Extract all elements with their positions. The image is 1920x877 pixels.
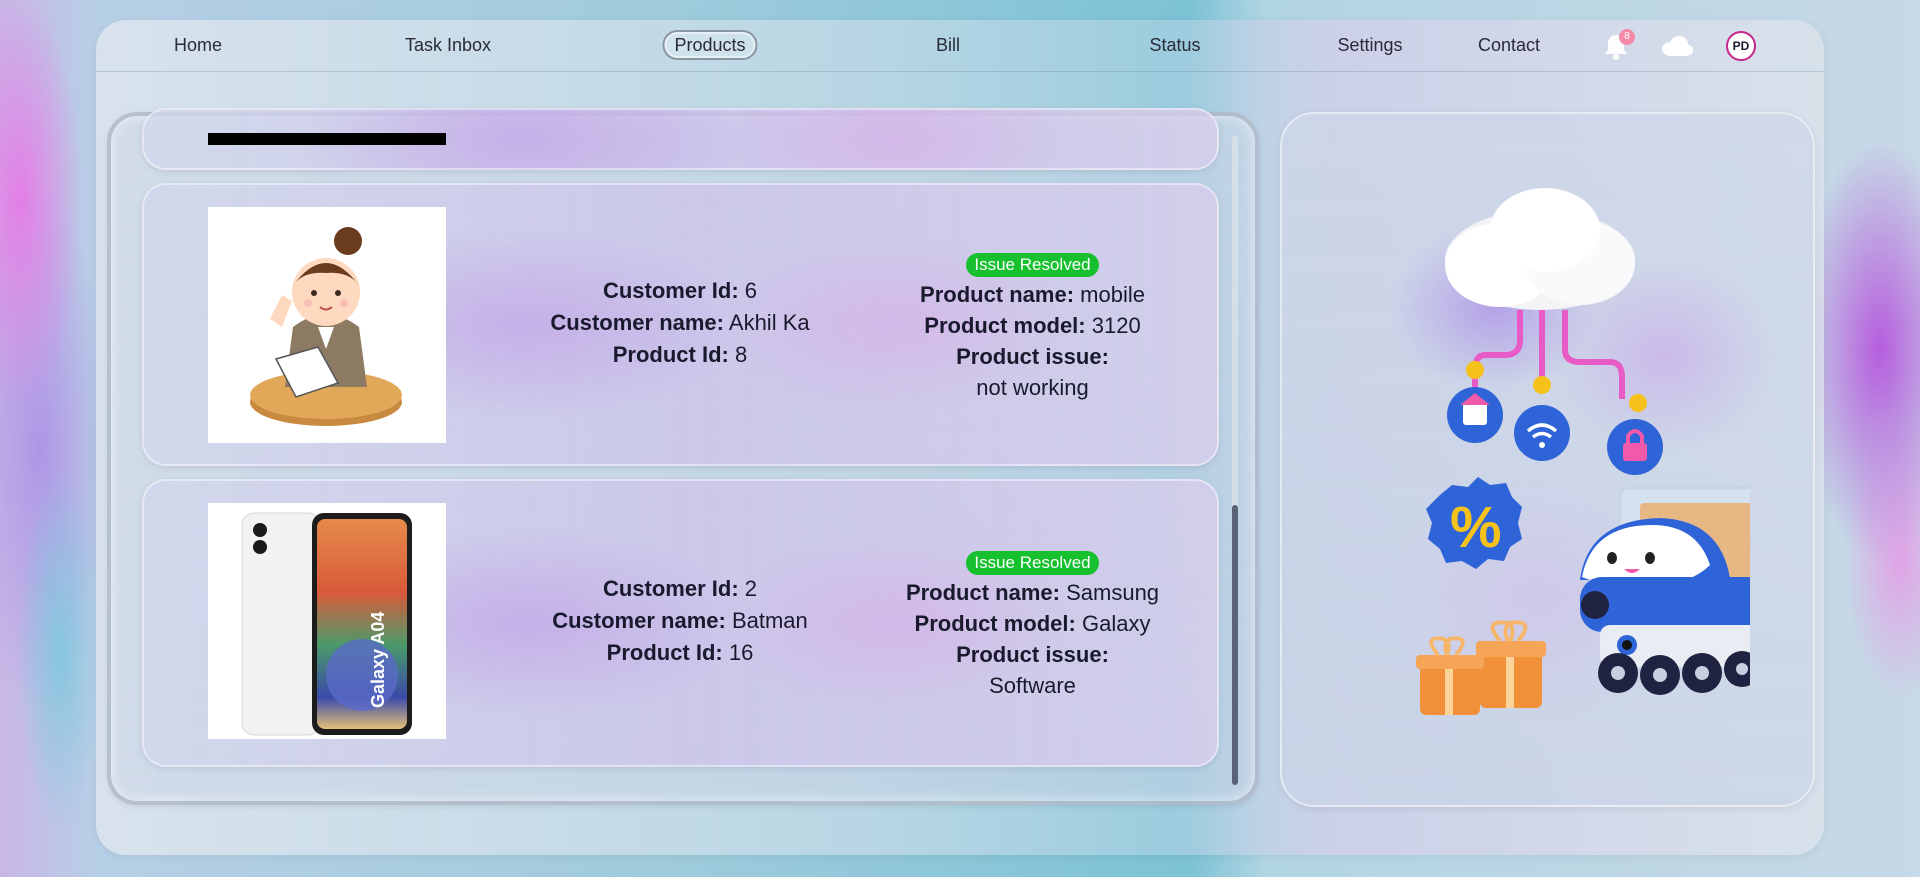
product-issue-label: Product issue: bbox=[956, 642, 1109, 667]
product-model-value: 3120 bbox=[1091, 313, 1141, 338]
customer-id-label: Customer Id: bbox=[602, 278, 739, 303]
product-name-label: Product name: bbox=[920, 282, 1075, 307]
nav-settings[interactable]: Settings bbox=[1337, 30, 1402, 60]
top-navbar: Home Task Inbox Products Bill Status Set… bbox=[96, 20, 1824, 72]
customer-illustration-image bbox=[208, 207, 446, 443]
nav-contact[interactable]: Contact bbox=[1478, 30, 1540, 60]
product-id-value: 16 bbox=[728, 640, 754, 665]
nav-home[interactable]: Home bbox=[174, 30, 222, 60]
product-issue-value: Software bbox=[989, 673, 1076, 698]
customer-id-value: 6 bbox=[744, 278, 758, 303]
avatar[interactable]: PD bbox=[1726, 31, 1756, 61]
customer-id-value: 2 bbox=[744, 576, 758, 601]
product-issue-value: not working bbox=[976, 375, 1089, 400]
product-id-label: Product Id: bbox=[606, 640, 723, 665]
cloud-delivery-robot-illustration: % bbox=[1416, 188, 1750, 715]
product-info: Issue Resolved Product name: mobile Prod… bbox=[880, 247, 1185, 403]
product-issue-label: Product issue: bbox=[956, 344, 1109, 369]
product-model-label: Product model: bbox=[924, 313, 1086, 338]
product-id-value: 8 bbox=[734, 342, 748, 367]
nav-products[interactable]: Products bbox=[662, 30, 758, 60]
customer-info: Customer Id: 6 Customer name: Akhil Ka P… bbox=[530, 275, 830, 371]
svg-text:%: % bbox=[1450, 495, 1502, 560]
product-name-value: Samsung bbox=[1066, 580, 1160, 605]
customer-info: Customer Id: 2 Customer name: Batman Pro… bbox=[530, 573, 830, 669]
status-badge: Issue Resolved bbox=[966, 551, 1099, 575]
status-badge: Issue Resolved bbox=[966, 253, 1099, 277]
customer-name-label: Customer name: bbox=[550, 310, 724, 335]
product-info: Issue Resolved Product name: Samsung Pro… bbox=[880, 545, 1185, 701]
customer-name-label: Customer name: bbox=[552, 608, 726, 633]
customer-id-label: Customer Id: bbox=[602, 576, 739, 601]
product-model-value: Galaxy bbox=[1081, 611, 1151, 636]
nav-bill[interactable]: Bill bbox=[936, 30, 960, 60]
product-name-label: Product name: bbox=[905, 580, 1060, 605]
notification-badge: 8 bbox=[1619, 29, 1635, 45]
customer-name-value: Akhil Ka bbox=[728, 310, 810, 335]
customer-name-value: Batman bbox=[731, 608, 808, 633]
nav-status[interactable]: Status bbox=[1149, 30, 1200, 60]
nav-task-inbox[interactable]: Task Inbox bbox=[405, 30, 491, 60]
product-image-partial bbox=[208, 133, 446, 145]
phone-image-text: Galaxy A04 bbox=[368, 612, 388, 708]
cloud-icon[interactable] bbox=[1658, 32, 1694, 60]
product-id-label: Product Id: bbox=[612, 342, 729, 367]
phone-product-image: Galaxy A04 bbox=[208, 503, 446, 739]
product-model-label: Product model: bbox=[914, 611, 1076, 636]
product-name-value: mobile bbox=[1080, 282, 1145, 307]
scrollbar-thumb[interactable] bbox=[1232, 505, 1238, 785]
